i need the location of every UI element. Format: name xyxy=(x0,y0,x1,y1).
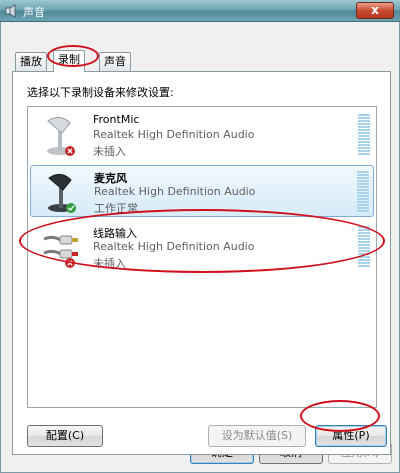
device-name: 线路输入 xyxy=(93,227,137,240)
device-driver: Realtek High Definition Audio xyxy=(93,240,255,253)
device-driver: Realtek High Definition Audio xyxy=(94,185,256,198)
device-status: 未插入 xyxy=(93,257,126,270)
tab-playback[interactable]: 播放 xyxy=(15,52,47,71)
instruction-text: 选择以下录制设备来修改设置: xyxy=(27,86,174,99)
level-meter xyxy=(358,114,370,158)
device-list[interactable]: FrontMic Realtek High Definition Audio 未… xyxy=(27,106,377,408)
device-status: 工作正常 xyxy=(94,202,138,215)
sound-dialog: 播放 录制 声音 选择以下录制设备来修改设置: FrontMic Realtek… xyxy=(0,22,400,473)
microphone-icon xyxy=(48,174,76,213)
tab-recording[interactable]: 录制 xyxy=(53,50,85,72)
device-item-microphone[interactable]: 麦克风 Realtek High Definition Audio 工作正常 xyxy=(30,165,374,217)
microphone-icon xyxy=(47,117,75,156)
device-item-frontmic[interactable]: FrontMic Realtek High Definition Audio 未… xyxy=(30,109,374,161)
window-title: 声音 xyxy=(23,6,45,19)
recording-panel: 选择以下录制设备来修改设置: FrontMic Realtek High Def… xyxy=(12,71,391,455)
device-status: 未插入 xyxy=(93,145,126,158)
speaker-icon xyxy=(5,4,16,18)
level-meter xyxy=(357,171,369,215)
configure-button[interactable]: 配置(C) xyxy=(27,425,103,447)
device-item-line-in[interactable]: 线路输入 Realtek High Definition Audio 未插入 xyxy=(30,221,374,273)
rca-cable-icon xyxy=(43,235,78,268)
title-bar[interactable]: 声音 x xyxy=(0,0,400,22)
set-default-button[interactable]: 设为默认值(S) xyxy=(208,425,306,447)
device-driver: Realtek High Definition Audio xyxy=(93,128,255,141)
tab-sounds[interactable]: 声音 xyxy=(99,52,131,71)
device-name: FrontMic xyxy=(93,113,140,126)
properties-button[interactable]: 属性(P) xyxy=(315,425,387,447)
close-button[interactable]: x xyxy=(356,2,394,19)
device-name: 麦克风 xyxy=(94,172,127,185)
level-meter xyxy=(358,226,370,270)
